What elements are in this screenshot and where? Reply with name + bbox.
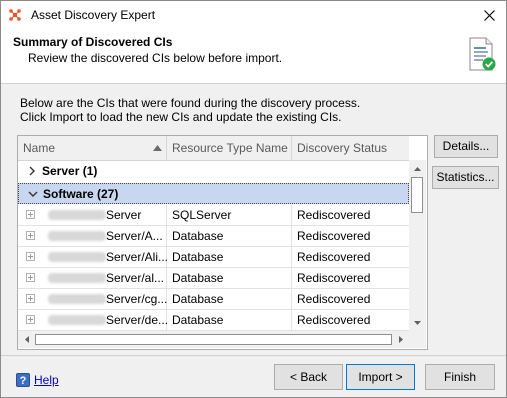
horizontal-scroll-thumb[interactable] bbox=[35, 334, 392, 345]
column-type-label: Resource Type Name bbox=[172, 141, 288, 155]
resource-type-cell: SQLServer bbox=[167, 205, 292, 225]
scroll-up-icon bbox=[414, 166, 421, 171]
wizard-header: Summary of Discovered CIs Review the dis… bbox=[1, 29, 506, 84]
group-row-software[interactable]: Software (27) bbox=[18, 183, 409, 204]
expand-plus-icon[interactable] bbox=[26, 252, 35, 261]
expand-plus-icon[interactable] bbox=[26, 273, 35, 282]
footer-divider bbox=[1, 355, 506, 356]
discovery-status-cell: Rediscovered bbox=[297, 292, 371, 306]
column-status-label: Discovery Status bbox=[297, 141, 388, 155]
discovery-status-cell: Rediscovered bbox=[297, 208, 371, 222]
discovery-status-cell: Rediscovered bbox=[297, 250, 371, 264]
ci-name: Server/A... bbox=[106, 229, 163, 243]
title-bar: Asset Discovery Expert bbox=[1, 1, 506, 29]
window-title: Asset Discovery Expert bbox=[31, 8, 156, 22]
intro-line-2: Click Import to load the new CIs and upd… bbox=[20, 110, 342, 124]
table-row[interactable]: Server SQLServer Rediscovered bbox=[18, 205, 409, 226]
expand-plus-icon[interactable] bbox=[26, 210, 35, 219]
asset-discovery-icon bbox=[9, 9, 21, 21]
discovery-status-cell: Rediscovered bbox=[297, 313, 371, 327]
resource-type-cell: Database bbox=[167, 289, 292, 309]
intro-text: Below are the CIs that were found during… bbox=[20, 96, 360, 124]
column-header-discovery-status[interactable]: Discovery Status bbox=[292, 136, 409, 160]
discovery-status-cell: Rediscovered bbox=[297, 271, 371, 285]
svg-text:?: ? bbox=[20, 375, 27, 387]
column-name-label: Name bbox=[23, 141, 56, 155]
statistics-button[interactable]: Statistics... bbox=[432, 166, 499, 189]
details-button[interactable]: Details... bbox=[434, 135, 498, 158]
resource-type-cell: Database bbox=[167, 226, 292, 246]
vertical-scroll-thumb[interactable] bbox=[411, 177, 423, 213]
close-icon bbox=[483, 9, 495, 21]
table-row[interactable]: Server/al... Database Rediscovered bbox=[18, 268, 409, 289]
expand-plus-icon[interactable] bbox=[26, 294, 35, 303]
redacted-host bbox=[48, 294, 106, 304]
redacted-host bbox=[48, 210, 106, 220]
finish-button[interactable]: Finish bbox=[425, 364, 495, 390]
horizontal-scrollbar[interactable] bbox=[18, 331, 409, 348]
scroll-down-icon bbox=[414, 320, 421, 325]
group-row-server[interactable]: Server (1) bbox=[18, 161, 409, 182]
table-row[interactable]: Server/A... Database Rediscovered bbox=[18, 226, 409, 247]
import-button[interactable]: Import > bbox=[346, 364, 415, 390]
column-header-resource-type[interactable]: Resource Type Name bbox=[167, 136, 292, 160]
dialog-window: Asset Discovery Expert Summary of Discov… bbox=[0, 0, 507, 398]
document-check-icon bbox=[469, 37, 496, 71]
resource-type-cell: Database bbox=[167, 268, 292, 288]
name-cell: Server/cg... bbox=[18, 289, 167, 309]
intro-line-1: Below are the CIs that were found during… bbox=[20, 96, 361, 110]
ci-name: Server/al... bbox=[106, 271, 165, 285]
scroll-left-button[interactable] bbox=[19, 332, 34, 347]
name-cell: Server bbox=[18, 205, 167, 225]
name-cell: Server/al... bbox=[18, 268, 167, 288]
resource-type-cell: Database bbox=[167, 310, 292, 330]
ci-name: Server/cg... bbox=[106, 292, 168, 306]
redacted-host bbox=[48, 252, 106, 262]
column-header-name[interactable]: Name bbox=[18, 136, 167, 160]
back-button[interactable]: < Back bbox=[274, 364, 343, 390]
redacted-host bbox=[48, 231, 106, 241]
table-row[interactable]: Server/de... Database Rediscovered bbox=[18, 310, 409, 331]
resource-type-cell: Database bbox=[167, 247, 292, 267]
redacted-host bbox=[48, 315, 106, 325]
scroll-right-button[interactable] bbox=[393, 332, 408, 347]
scroll-up-button[interactable] bbox=[410, 161, 425, 176]
vertical-scrollbar[interactable] bbox=[409, 160, 426, 331]
scroll-down-button[interactable] bbox=[410, 315, 425, 330]
close-button[interactable] bbox=[472, 1, 506, 29]
page-title: Summary of Discovered CIs bbox=[13, 35, 173, 49]
page-subtitle: Review the discovered CIs below before i… bbox=[28, 51, 283, 65]
expand-plus-icon[interactable] bbox=[26, 231, 35, 240]
column-header-row: Name Resource Type Name Discovery Status bbox=[18, 136, 409, 161]
name-cell: Server/Ali... bbox=[18, 247, 169, 267]
table-row[interactable]: Server/cg... Database Rediscovered bbox=[18, 289, 409, 310]
ci-name: Server/de... bbox=[106, 313, 169, 327]
scroll-right-icon bbox=[398, 336, 403, 343]
discovery-status-cell: Rediscovered bbox=[297, 229, 371, 243]
group-label: Software (27) bbox=[43, 187, 119, 201]
help-link[interactable]: Help bbox=[34, 373, 59, 387]
scroll-corner bbox=[409, 331, 426, 348]
name-cell: Server/A... bbox=[18, 226, 167, 246]
table-row[interactable]: Server/Ali... Database Rediscovered bbox=[18, 247, 409, 268]
ci-name: Server bbox=[106, 208, 142, 222]
chevron-down-icon[interactable] bbox=[27, 187, 39, 201]
name-cell: Server/de... bbox=[18, 310, 169, 330]
ci-grid[interactable]: Name Resource Type Name Discovery Status… bbox=[17, 135, 428, 350]
chevron-right-icon[interactable] bbox=[26, 164, 38, 178]
ci-name: Server/Ali... bbox=[106, 250, 169, 264]
help-icon[interactable]: ? bbox=[16, 373, 30, 387]
expand-plus-icon[interactable] bbox=[26, 315, 35, 324]
group-label: Server (1) bbox=[42, 164, 98, 178]
redacted-host bbox=[48, 273, 106, 283]
sort-ascending-icon bbox=[153, 145, 162, 151]
scroll-left-icon bbox=[24, 336, 29, 343]
